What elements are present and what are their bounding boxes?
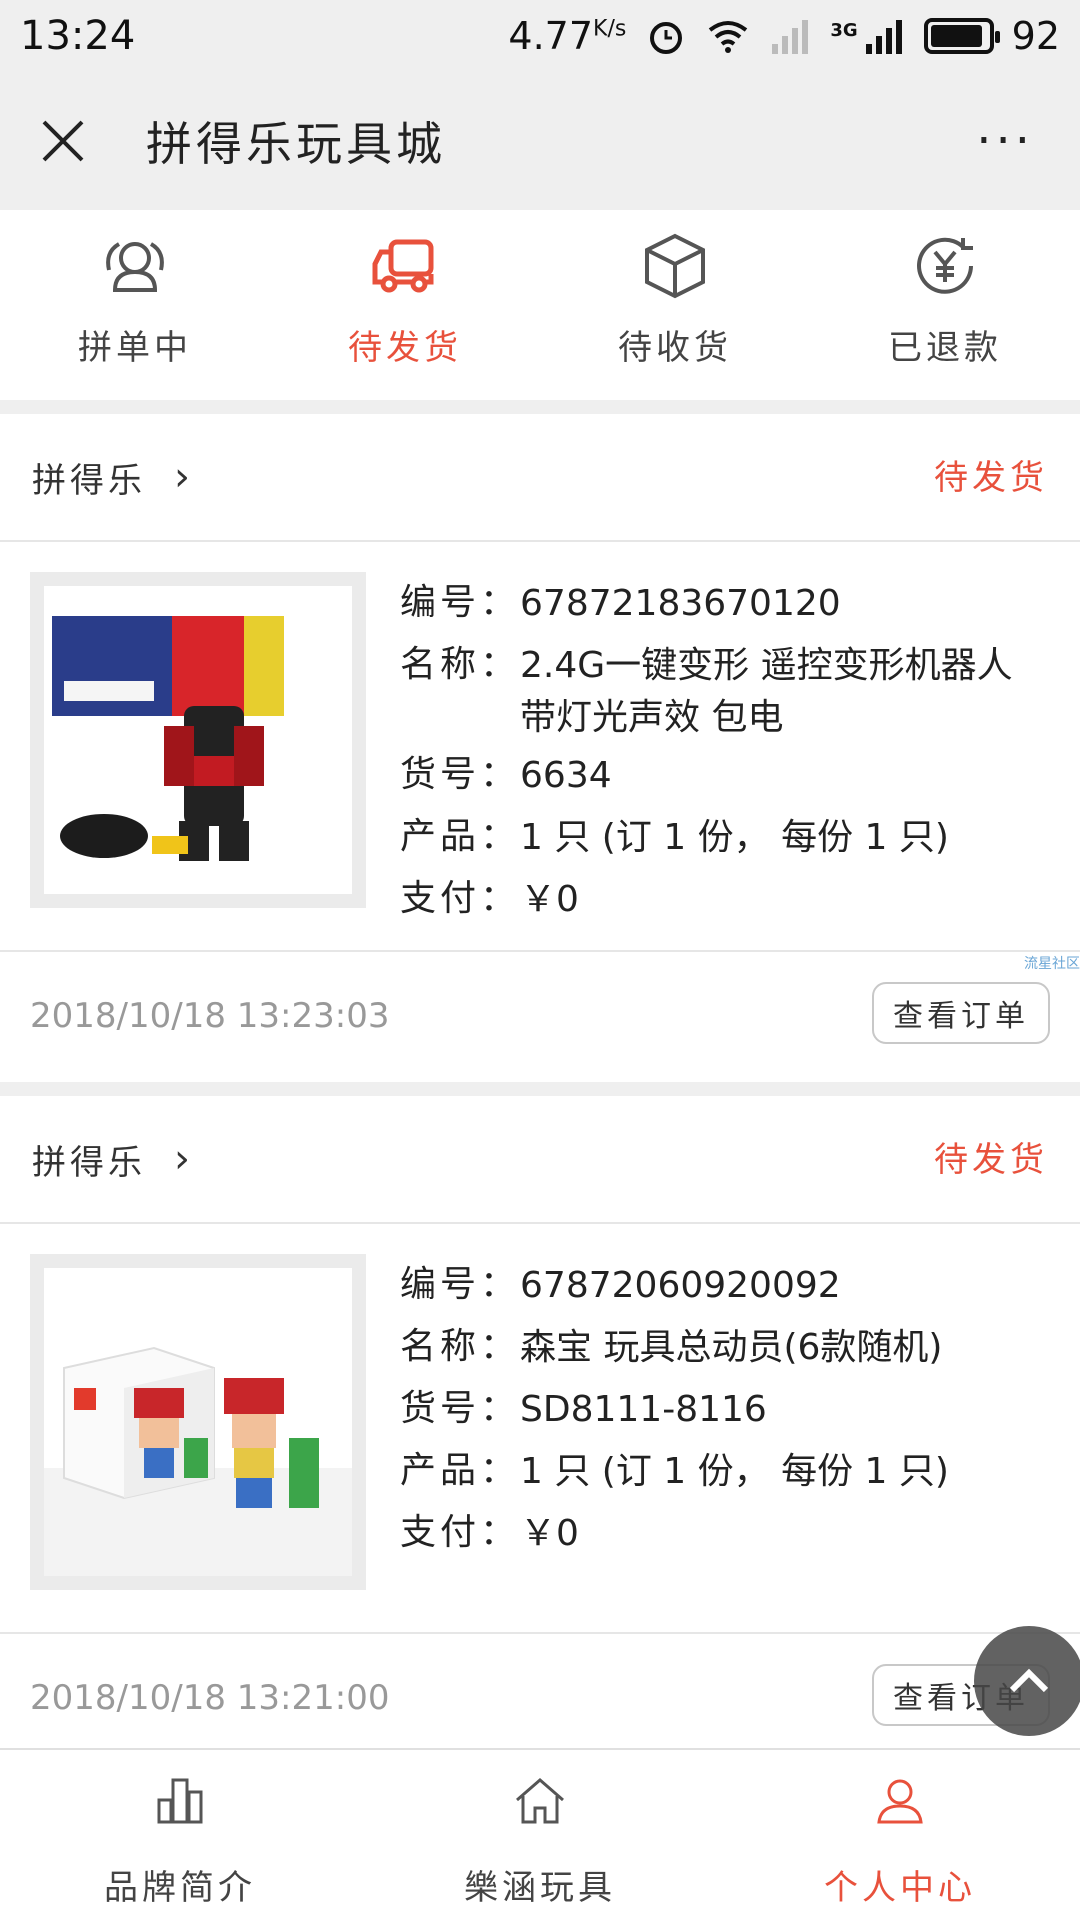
close-icon — [42, 120, 84, 162]
order-status-tabs: 拼单中 待发货 待收货 已退款 — [0, 210, 1080, 400]
order-footer: 2018/10/18 13:21:00 查看订单 — [0, 1634, 1080, 1762]
shop-name[interactable]: 拼得乐 — [32, 1135, 146, 1184]
chart-icon — [157, 1778, 203, 1824]
status-bar: 13:24 4.77K/s 3G 92 — [0, 0, 1080, 72]
sku-row: 货号： SD8111-8116 — [400, 1378, 949, 1440]
order-number-row: 编号： 67872183670120 — [400, 572, 1040, 634]
product-thumbnail[interactable] — [30, 572, 366, 908]
chevron-up-icon — [1009, 1668, 1049, 1693]
tab-to-ship[interactable]: 待发货 — [270, 210, 540, 400]
tab-label: 已退款 — [888, 328, 1002, 368]
nav-brand-intro[interactable]: 品牌简介 — [0, 1750, 360, 1920]
view-order-button[interactable]: 查看订单 — [872, 982, 1050, 1044]
chevron-right-icon[interactable]: › — [174, 454, 190, 500]
order-details: 编号： 67872060920092 名称： 森宝 玩具总动员(6款随机) 货号： S… — [400, 1254, 949, 1632]
battery-icon — [923, 18, 1000, 54]
order-header: 拼得乐 › 待发货 — [0, 414, 1080, 542]
order-body[interactable]: 编号： 67872183670120 名称： 2.4G一键变形 遥控变形机器人带灯光… — [0, 542, 1080, 952]
user-icon — [877, 1779, 923, 1824]
sku: 6634 — [520, 755, 612, 796]
order-body[interactable]: 编号： 67872060920092 名称： 森宝 玩具总动员(6款随机) 货号： S… — [0, 1224, 1080, 1634]
product-name: 2.4G一键变形 遥控变形机器人带灯光声效 包电 — [520, 645, 1013, 738]
signal-empty-icon — [772, 20, 809, 54]
scroll-to-top-button[interactable] — [974, 1626, 1080, 1736]
status-icons: 4.77K/s 3G 92 — [508, 14, 1060, 58]
group-icon — [106, 242, 164, 292]
quantity: 1 只 (订 1 份， 每份 1 只) — [520, 817, 949, 858]
quantity-row: 产品： 1 只 (订 1 份， 每份 1 只) — [400, 806, 1040, 868]
title-bar: 拼得乐玩具城 ··· — [0, 72, 1080, 210]
nav-profile[interactable]: 个人中心 — [720, 1750, 1080, 1920]
tab-grouping[interactable]: 拼单中 — [0, 210, 270, 400]
nav-home[interactable]: 樂涵玩具 — [360, 1750, 720, 1920]
tab-label: 待发货 — [348, 328, 462, 368]
product-image — [44, 586, 352, 894]
quantity: 1 只 (订 1 份， 每份 1 只) — [520, 1451, 949, 1492]
tab-to-receive[interactable]: 待收货 — [540, 210, 810, 400]
order-time: 2018/10/18 13:23:03 — [30, 996, 390, 1036]
wifi-icon — [709, 21, 748, 53]
alarm-icon — [650, 22, 683, 54]
nav-label: 品牌简介 — [104, 1868, 256, 1908]
product-image — [44, 1268, 352, 1576]
watermark: 流星社区 — [1024, 956, 1080, 972]
truck-icon — [372, 239, 434, 293]
nav-label: 个人中心 — [824, 1868, 976, 1908]
order-header: 拼得乐 › 待发货 — [0, 1096, 1080, 1224]
order-status: 待发货 — [934, 1140, 1048, 1180]
block-toy-image — [44, 1346, 352, 1576]
payment: ￥0 — [520, 1513, 579, 1554]
page-title: 拼得乐玩具城 — [146, 117, 446, 171]
battery-level: 92 — [1011, 14, 1060, 58]
divider — [0, 400, 1080, 414]
nav-label: 樂涵玩具 — [464, 1868, 616, 1908]
order-status: 待发货 — [934, 458, 1048, 498]
status-time: 13:24 — [20, 13, 136, 59]
sku: SD8111-8116 — [520, 1389, 767, 1430]
payment: ￥0 — [520, 879, 579, 920]
network-speed: 4.77K/s — [508, 14, 627, 58]
more-menu-button[interactable]: ··· — [976, 113, 1034, 169]
robot-toy-image — [52, 616, 284, 861]
divider — [0, 1082, 1080, 1096]
sku-row: 货号： 6634 — [400, 744, 1040, 806]
box-icon — [645, 233, 705, 299]
order-number-row: 编号： 67872060920092 — [400, 1254, 949, 1316]
order-footer: 2018/10/18 13:23:03 查看订单 — [0, 952, 1080, 1080]
order-card: 拼得乐 › 待发货 — [0, 414, 1080, 1080]
order-details: 编号： 67872183670120 名称： 2.4G一键变形 遥控变形机器人带灯光… — [400, 572, 1040, 950]
signal-icon — [865, 20, 902, 54]
refund-icon — [917, 237, 973, 294]
order-number: 67872060920092 — [520, 1265, 841, 1306]
home-icon — [516, 1778, 564, 1824]
tab-label: 拼单中 — [78, 328, 192, 368]
chevron-right-icon[interactable]: › — [174, 1136, 190, 1182]
payment-row: 支付： ￥0 — [400, 1502, 949, 1564]
tab-label: 待收货 — [618, 328, 732, 368]
quantity-row: 产品： 1 只 (订 1 份， 每份 1 只) — [400, 1440, 949, 1502]
order-number: 67872183670120 — [520, 583, 841, 624]
order-card: 拼得乐 › 待发货 — [0, 1096, 1080, 1762]
payment-row: 支付： ￥0 — [400, 868, 1040, 930]
network-type: 3G — [830, 20, 858, 41]
product-thumbnail[interactable] — [30, 1254, 366, 1590]
tab-refunded[interactable]: 已退款 — [810, 210, 1080, 400]
order-time: 2018/10/18 13:21:00 — [30, 1678, 390, 1718]
product-name-row: 名称： 2.4G一键变形 遥控变形机器人带灯光声效 包电 — [400, 634, 1040, 744]
close-button[interactable] — [28, 106, 98, 176]
bottom-nav: 品牌简介 樂涵玩具 个人中心 — [0, 1748, 1080, 1920]
product-name: 森宝 玩具总动员(6款随机) — [520, 1327, 943, 1368]
product-name-row: 名称： 森宝 玩具总动员(6款随机) — [400, 1316, 949, 1378]
shop-name[interactable]: 拼得乐 — [32, 453, 146, 502]
